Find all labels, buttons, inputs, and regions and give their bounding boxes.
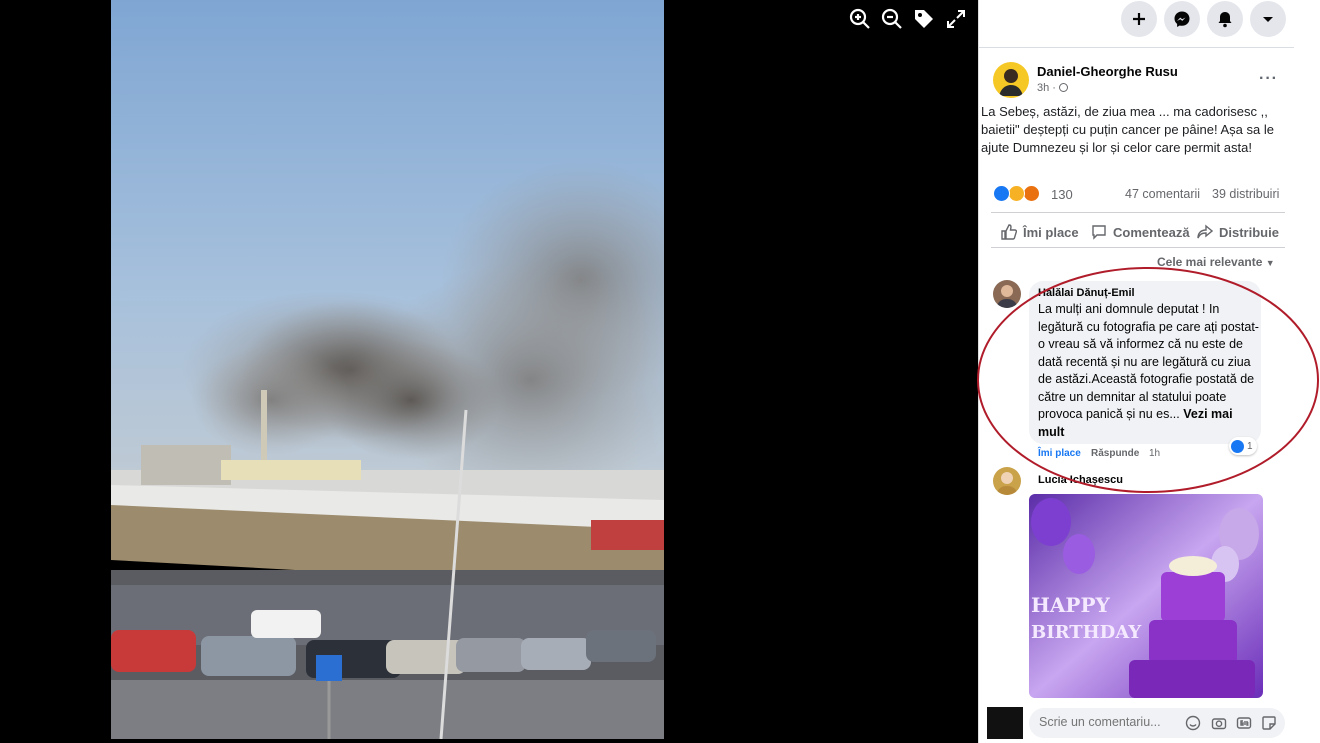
comment-label: Comentează [1113, 224, 1190, 240]
screenshot: Daniel-Gheorghe Rusu 3h · ··· La Sebeș, … [0, 0, 1320, 743]
reaction-count[interactable]: 130 [1051, 187, 1073, 202]
comment-input[interactable] [1039, 715, 1169, 729]
comment-reaction-count: 1 [1247, 440, 1253, 452]
comment-composer[interactable] [1029, 708, 1285, 738]
share-button[interactable]: Distribuie [1197, 222, 1279, 242]
happy-text: HAPPY [1031, 593, 1110, 617]
comment-body: La mulți ani domnule deputat ! In legătu… [1038, 302, 1259, 421]
like-button[interactable]: Îmi place [1001, 222, 1079, 242]
create-button[interactable] [1121, 1, 1157, 37]
zoom-in-icon[interactable] [848, 7, 872, 31]
share-icon [1197, 224, 1213, 239]
messenger-icon [1174, 11, 1190, 27]
angry-reaction-icon[interactable] [1023, 185, 1040, 202]
notifications-button[interactable] [1207, 1, 1243, 37]
industrial-smoke-photo [111, 0, 664, 739]
author-name[interactable]: Daniel-Gheorghe Rusu [1037, 64, 1178, 79]
comment-icon [1092, 225, 1106, 240]
commenter-avatar[interactable] [993, 467, 1021, 495]
comment-like-link[interactable]: Îmi place [1038, 448, 1081, 459]
share-label: Distribuie [1219, 224, 1279, 240]
comment-text: La mulți ani domnule deputat ! In legătu… [1038, 301, 1260, 441]
sort-label: Cele mai relevante [1157, 255, 1263, 269]
author-avatar[interactable] [993, 62, 1029, 98]
birthday-text: BIRTHDAY [1031, 622, 1142, 643]
zoom-out-icon[interactable] [880, 7, 904, 31]
tag-icon[interactable] [912, 7, 936, 31]
fullscreen-icon[interactable] [944, 7, 968, 31]
thumbs-up-icon [1001, 224, 1017, 240]
post-time[interactable]: 3h · [1037, 82, 1069, 94]
comment-reaction-badge[interactable]: 1 [1229, 437, 1257, 455]
post-options-button[interactable]: ··· [1259, 70, 1278, 88]
post-text: La Sebeș, astăzi, de ziua mea ... ma cad… [981, 104, 1274, 155]
post-panel: Daniel-Gheorghe Rusu 3h · ··· La Sebeș, … [978, 0, 1320, 743]
messenger-button[interactable] [1164, 1, 1200, 37]
camera-icon[interactable] [1211, 715, 1227, 731]
shares-count[interactable]: 39 distribuiri [1212, 187, 1279, 201]
account-menu-button[interactable] [1250, 1, 1286, 37]
comment-time[interactable]: 1h [1149, 448, 1160, 459]
divider [991, 247, 1285, 248]
post-photo[interactable] [111, 0, 664, 739]
header-divider [979, 47, 1294, 48]
plus-icon [1133, 13, 1145, 25]
like-reaction-icon[interactable] [993, 185, 1010, 202]
photo-viewer [0, 0, 978, 743]
gif-icon[interactable] [1236, 715, 1252, 731]
comment-sort-dropdown[interactable]: Cele mai relevante ▼ [1157, 255, 1275, 269]
sad-reaction-icon[interactable] [1008, 185, 1025, 202]
commenter-name[interactable]: Halălai Dănuț-Emil [1038, 287, 1135, 299]
divider [991, 212, 1285, 213]
bell-icon [1218, 12, 1232, 28]
commenter-name[interactable]: Lucia Ichașescu [1038, 474, 1123, 486]
caret-down-icon [1263, 17, 1273, 22]
my-avatar[interactable] [987, 707, 1023, 739]
birthday-image[interactable]: HAPPY BIRTHDAY [1029, 494, 1263, 698]
comments-count[interactable]: 47 comentarii [1125, 187, 1200, 201]
caret-down-icon: ▼ [1265, 258, 1275, 268]
like-label: Îmi place [1023, 224, 1079, 240]
comment-reply-link[interactable]: Răspunde [1091, 448, 1139, 459]
comment-button[interactable]: Comentează [1091, 222, 1190, 242]
like-reaction-icon [1231, 439, 1244, 453]
commenter-avatar[interactable] [993, 280, 1021, 308]
post-time-text: 3h · [1037, 82, 1060, 94]
birthday-cake-picture: HAPPY BIRTHDAY [1029, 494, 1263, 698]
globe-icon [1059, 83, 1069, 92]
emoji-icon[interactable] [1185, 715, 1201, 731]
sticker-icon[interactable] [1261, 715, 1277, 731]
